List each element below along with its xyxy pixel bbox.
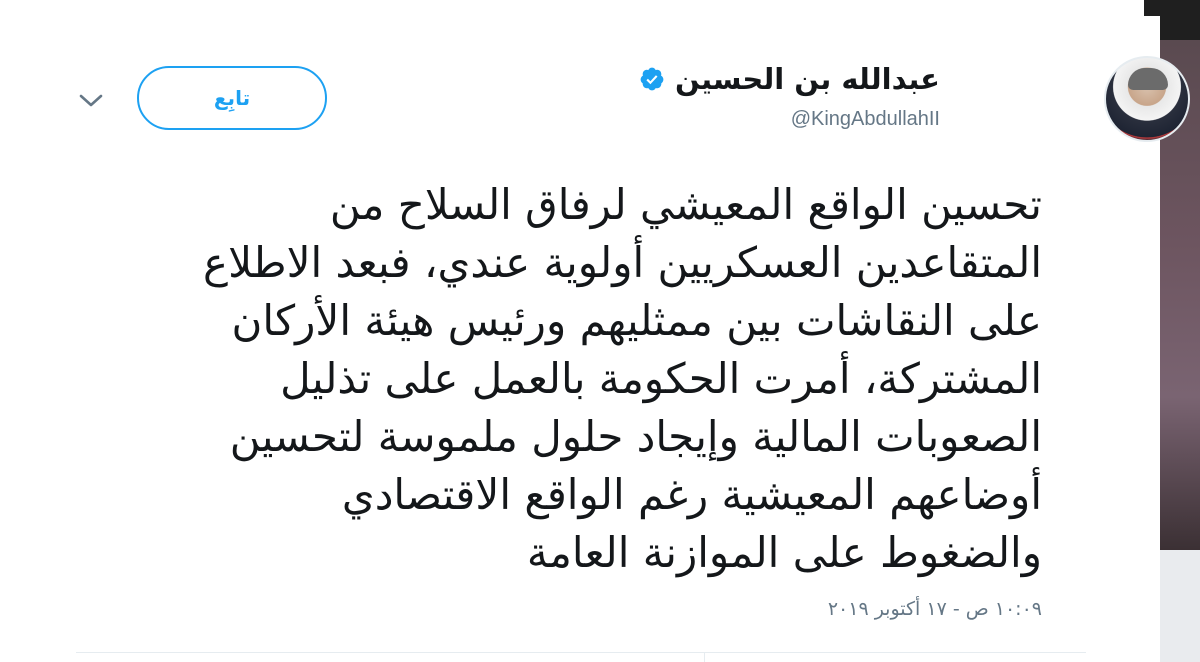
tweet-card: عبدالله بن الحسين @KingAbdullahII تابِع …	[0, 0, 1190, 662]
author-handle[interactable]: @KingAbdullahII	[791, 108, 940, 131]
author-name-row[interactable]: عبدالله بن الحسين	[639, 60, 940, 98]
verified-badge-icon	[640, 67, 664, 91]
tweet-menu-button[interactable]	[76, 86, 106, 116]
divider-tick	[704, 652, 705, 662]
author-display-name[interactable]: عبدالله بن الحسين	[675, 60, 940, 98]
background-panel	[1160, 550, 1200, 662]
chevron-down-icon	[79, 94, 103, 107]
profile-avatar[interactable]	[1104, 56, 1190, 142]
follow-button[interactable]: تابِع	[137, 66, 327, 130]
tweet-timestamp[interactable]: ١٠:٠٩ ص - ١٧ أكتوبر ٢٠١٩	[828, 598, 1042, 620]
divider	[76, 652, 1086, 653]
tweet-text: تحسين الواقع المعيشي لرفاق السلاح من الم…	[203, 180, 1042, 577]
